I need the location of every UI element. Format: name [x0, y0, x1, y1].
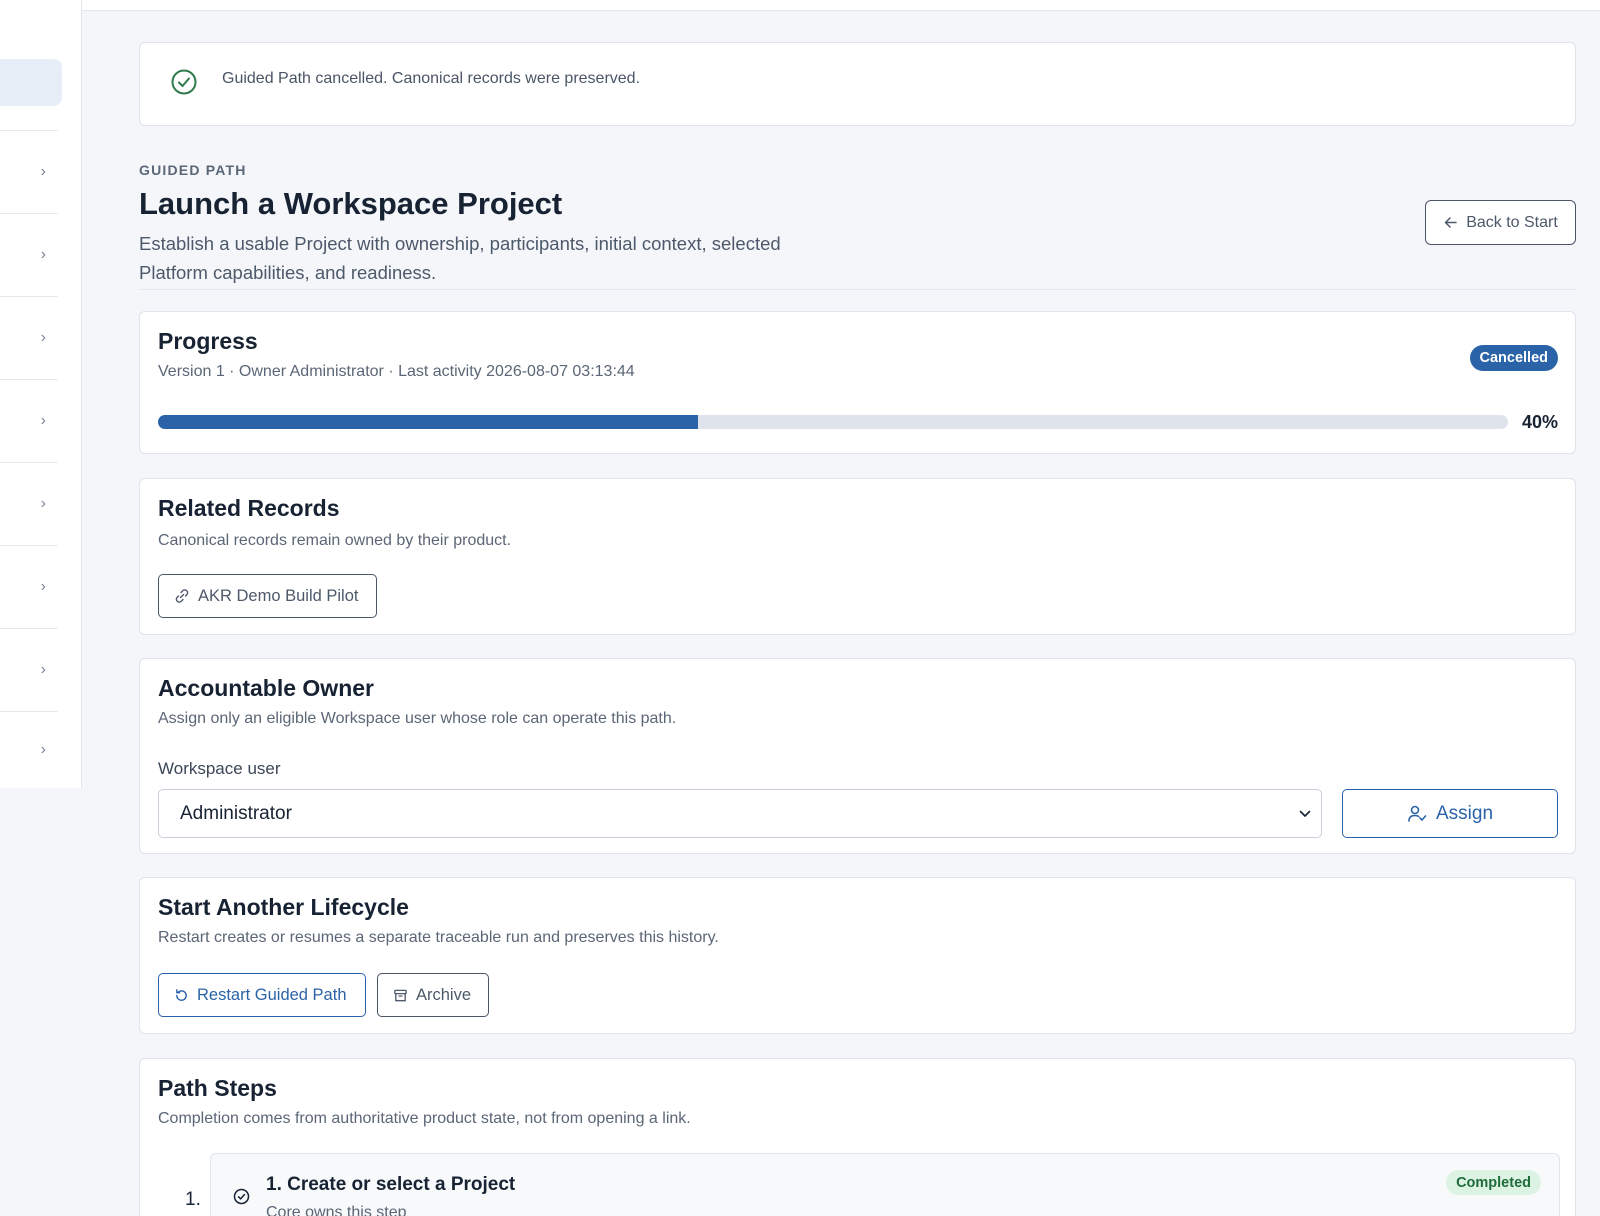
- progress-bar: [158, 415, 1508, 429]
- lifecycle-subtitle: Restart creates or resumes a separate tr…: [158, 929, 719, 946]
- step-subtitle: Core owns this step: [266, 1204, 407, 1216]
- sidebar-item[interactable]: ›: [0, 545, 58, 628]
- progress-title: Progress: [158, 328, 258, 354]
- accountable-owner-title: Accountable Owner: [158, 675, 374, 701]
- accountable-owner-card: Accountable Owner Assign only an eligibl…: [139, 658, 1576, 854]
- workspace-user-label: Workspace user: [158, 759, 281, 778]
- page-description: Establish a usable Project with ownershi…: [139, 233, 781, 283]
- sidebar-item[interactable]: ›: [0, 213, 58, 296]
- progress-percent: 40%: [1521, 412, 1558, 432]
- status-badge: Cancelled: [1469, 345, 1558, 371]
- check-circle-icon: [233, 1188, 250, 1205]
- page-eyebrow: GUIDED PATH: [139, 162, 247, 178]
- notice-message: Guided Path cancelled. Canonical records…: [222, 70, 641, 87]
- sidebar-item[interactable]: ›: [0, 379, 58, 462]
- archive-label: Archive: [416, 985, 472, 1004]
- step-status-badge: Completed: [1446, 1170, 1541, 1195]
- lifecycle-title: Start Another Lifecycle: [158, 894, 409, 920]
- accountable-owner-subtitle: Assign only an eligible Workspace user w…: [158, 710, 677, 727]
- chevron-right-icon: ›: [40, 661, 46, 678]
- related-records-title: Related Records: [158, 495, 340, 521]
- sidebar-item[interactable]: ›: [0, 130, 58, 213]
- back-to-start-button[interactable]: Back to Start: [1425, 200, 1576, 245]
- chevron-right-icon: ›: [40, 495, 46, 512]
- step-number: 1.: [185, 1189, 201, 1210]
- path-steps-title: Path Steps: [158, 1075, 277, 1101]
- workspace-user-value: Administrator: [180, 802, 292, 824]
- restart-guided-path-button[interactable]: Restart Guided Path: [158, 973, 366, 1017]
- step-item[interactable]: 1. Create or select a Project Core owns …: [210, 1153, 1560, 1216]
- sidebar-item[interactable]: ›: [0, 628, 58, 711]
- divider: [139, 289, 1576, 290]
- arrow-left-icon: [1444, 217, 1457, 228]
- chevron-right-icon: ›: [40, 741, 46, 758]
- related-records-subtitle: Canonical records remain owned by their …: [158, 532, 512, 549]
- link-icon: [175, 589, 189, 603]
- related-record-link[interactable]: AKR Demo Build Pilot: [158, 574, 377, 618]
- user-check-icon: [1408, 805, 1427, 822]
- archive-button[interactable]: Archive: [377, 973, 489, 1017]
- chevron-right-icon: ›: [40, 578, 46, 595]
- check-circle-icon: [171, 69, 197, 95]
- page-title: Launch a Workspace Project: [139, 186, 563, 221]
- restart-label: Restart Guided Path: [197, 985, 347, 1004]
- workspace-user-select[interactable]: Administrator: [158, 789, 1322, 838]
- back-to-start-label: Back to Start: [1466, 213, 1558, 231]
- assign-label: Assign: [1435, 802, 1494, 824]
- path-steps-subtitle: Completion comes from authoritative prod…: [158, 1110, 691, 1127]
- status-notice: Guided Path cancelled. Canonical records…: [139, 42, 1576, 126]
- restart-icon: [176, 988, 187, 1001]
- assign-button[interactable]: Assign: [1342, 789, 1558, 838]
- sidebar-item[interactable]: ›: [0, 462, 58, 545]
- sidebar-item-active[interactable]: [0, 59, 62, 106]
- related-record-label: AKR Demo Build Pilot: [198, 586, 359, 605]
- chevron-right-icon: ›: [40, 246, 46, 263]
- progress-card: Progress Version 1 · Owner Administrator…: [139, 311, 1576, 454]
- related-records-card: Related Records Canonical records remain…: [139, 478, 1576, 635]
- sidebar: › › › › › › › ›: [0, 0, 82, 788]
- step-title: 1. Create or select a Project: [266, 1174, 516, 1195]
- chevron-right-icon: ›: [40, 329, 46, 346]
- top-bar: [82, 0, 1600, 11]
- chevron-right-icon: ›: [40, 163, 46, 180]
- lifecycle-card: Start Another Lifecycle Restart creates …: [139, 877, 1576, 1034]
- chevron-right-icon: ›: [40, 412, 46, 429]
- sidebar-item[interactable]: ›: [0, 296, 58, 379]
- path-steps-card: Path Steps Completion comes from authori…: [139, 1058, 1576, 1216]
- archive-icon: [394, 989, 407, 1001]
- progress-meta: Version 1 · Owner Administrator · Last a…: [158, 363, 635, 380]
- sidebar-item[interactable]: ›: [0, 711, 58, 788]
- chevron-down-icon: [1299, 810, 1311, 817]
- progress-bar-fill: [158, 415, 698, 429]
